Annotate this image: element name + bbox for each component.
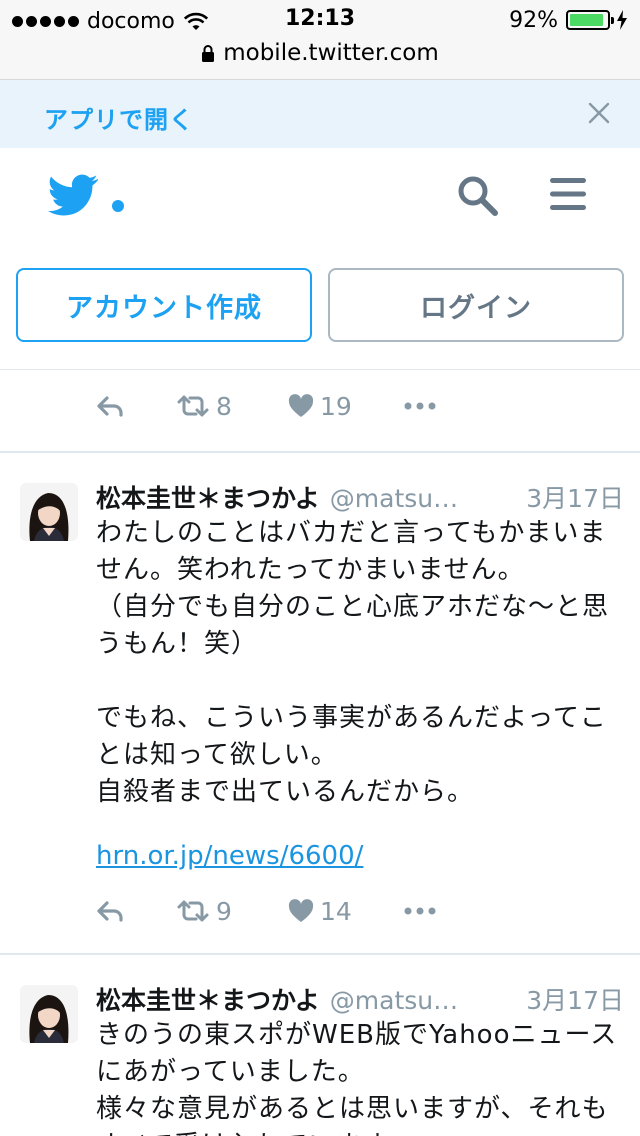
logo-dot bbox=[112, 200, 124, 212]
retweet-icon bbox=[177, 395, 209, 417]
signup-button[interactable]: アカウント作成 bbox=[16, 268, 312, 342]
heart-icon bbox=[288, 899, 314, 922]
tweet-card[interactable]: 8 19 bbox=[0, 370, 640, 452]
reply-button[interactable] bbox=[96, 395, 176, 417]
like-count: 19 bbox=[320, 391, 352, 421]
retweet-button[interactable]: 9 bbox=[176, 897, 288, 926]
tweet-header: 松本圭世＊まつかよ @matsu… 3月17日 bbox=[96, 479, 624, 519]
more-button[interactable] bbox=[404, 906, 436, 916]
close-icon[interactable] bbox=[586, 100, 612, 126]
tweet-actions: 8 19 bbox=[96, 388, 436, 424]
lock-icon bbox=[202, 45, 215, 62]
site-header: アカウント作成 ログイン bbox=[0, 148, 640, 370]
menu-icon[interactable] bbox=[548, 176, 588, 212]
profile-photo bbox=[20, 985, 78, 1043]
battery-status: 92% bbox=[509, 7, 628, 33]
twitter-bird-icon[interactable] bbox=[48, 174, 98, 216]
search-icon[interactable] bbox=[456, 174, 500, 218]
status-bar: docomo 12:13 92% mobile.twitter.com bbox=[0, 0, 640, 80]
charging-icon bbox=[617, 10, 627, 30]
heart-icon bbox=[288, 394, 314, 417]
open-in-app-link[interactable]: アプリで開く bbox=[44, 100, 194, 135]
more-icon bbox=[404, 907, 436, 915]
tweet-link-wrap: hrn.or.jp/news/6600/ bbox=[96, 841, 363, 871]
author-name[interactable]: 松本圭世＊まつかよ bbox=[96, 981, 320, 1017]
battery-icon bbox=[566, 10, 614, 30]
address-bar[interactable]: mobile.twitter.com bbox=[0, 40, 640, 66]
retweet-icon bbox=[177, 900, 209, 922]
tweet-actions: 9 14 bbox=[96, 893, 436, 929]
author-handle[interactable]: @matsu… bbox=[330, 986, 515, 1015]
more-button[interactable] bbox=[404, 401, 436, 411]
tweet-header: 松本圭世＊まつかよ @matsu… 3月17日 bbox=[96, 981, 624, 1021]
reply-button[interactable] bbox=[96, 900, 176, 922]
like-button[interactable]: 19 bbox=[288, 392, 404, 421]
avatar[interactable] bbox=[20, 985, 78, 1043]
retweet-count: 9 bbox=[216, 896, 232, 926]
page-url: mobile.twitter.com bbox=[223, 40, 439, 66]
timeline: 8 19 松本圭世＊まつかよ @matsu… 3月17日 わたしのことはバカだと… bbox=[0, 370, 640, 1136]
login-button[interactable]: ログイン bbox=[328, 268, 624, 342]
author-handle[interactable]: @matsu… bbox=[330, 484, 515, 513]
avatar[interactable] bbox=[20, 483, 78, 541]
tweet-text: きのうの東スポがWEB版でYahooニュースにあがっていました。 様々な意見があ… bbox=[96, 1020, 618, 1136]
like-button[interactable]: 14 bbox=[288, 897, 404, 926]
reply-icon bbox=[97, 396, 123, 417]
tweet-card[interactable]: 松本圭世＊まつかよ @matsu… 3月17日 きのうの東スポがWEB版でYah… bbox=[0, 954, 640, 1136]
like-count: 14 bbox=[320, 896, 352, 926]
retweet-count: 8 bbox=[216, 391, 232, 421]
author-name[interactable]: 松本圭世＊まつかよ bbox=[96, 479, 320, 515]
more-icon bbox=[404, 402, 436, 410]
profile-photo bbox=[20, 483, 78, 541]
tweet-text: わたしのことはバカだと言ってもかまいません。笑われたってかまいません。 （自分で… bbox=[96, 518, 610, 807]
tweet-card[interactable]: 松本圭世＊まつかよ @matsu… 3月17日 わたしのことはバカだと言ってもか… bbox=[0, 452, 640, 954]
reply-icon bbox=[97, 901, 123, 922]
tweet-date[interactable]: 3月17日 bbox=[526, 479, 624, 515]
retweet-button[interactable]: 8 bbox=[176, 392, 288, 421]
tweet-link[interactable]: hrn.or.jp/news/6600/ bbox=[96, 841, 363, 871]
battery-percent: 92% bbox=[509, 7, 558, 33]
open-in-app-banner: アプリで開く bbox=[0, 80, 640, 148]
tweet-date[interactable]: 3月17日 bbox=[526, 981, 624, 1017]
